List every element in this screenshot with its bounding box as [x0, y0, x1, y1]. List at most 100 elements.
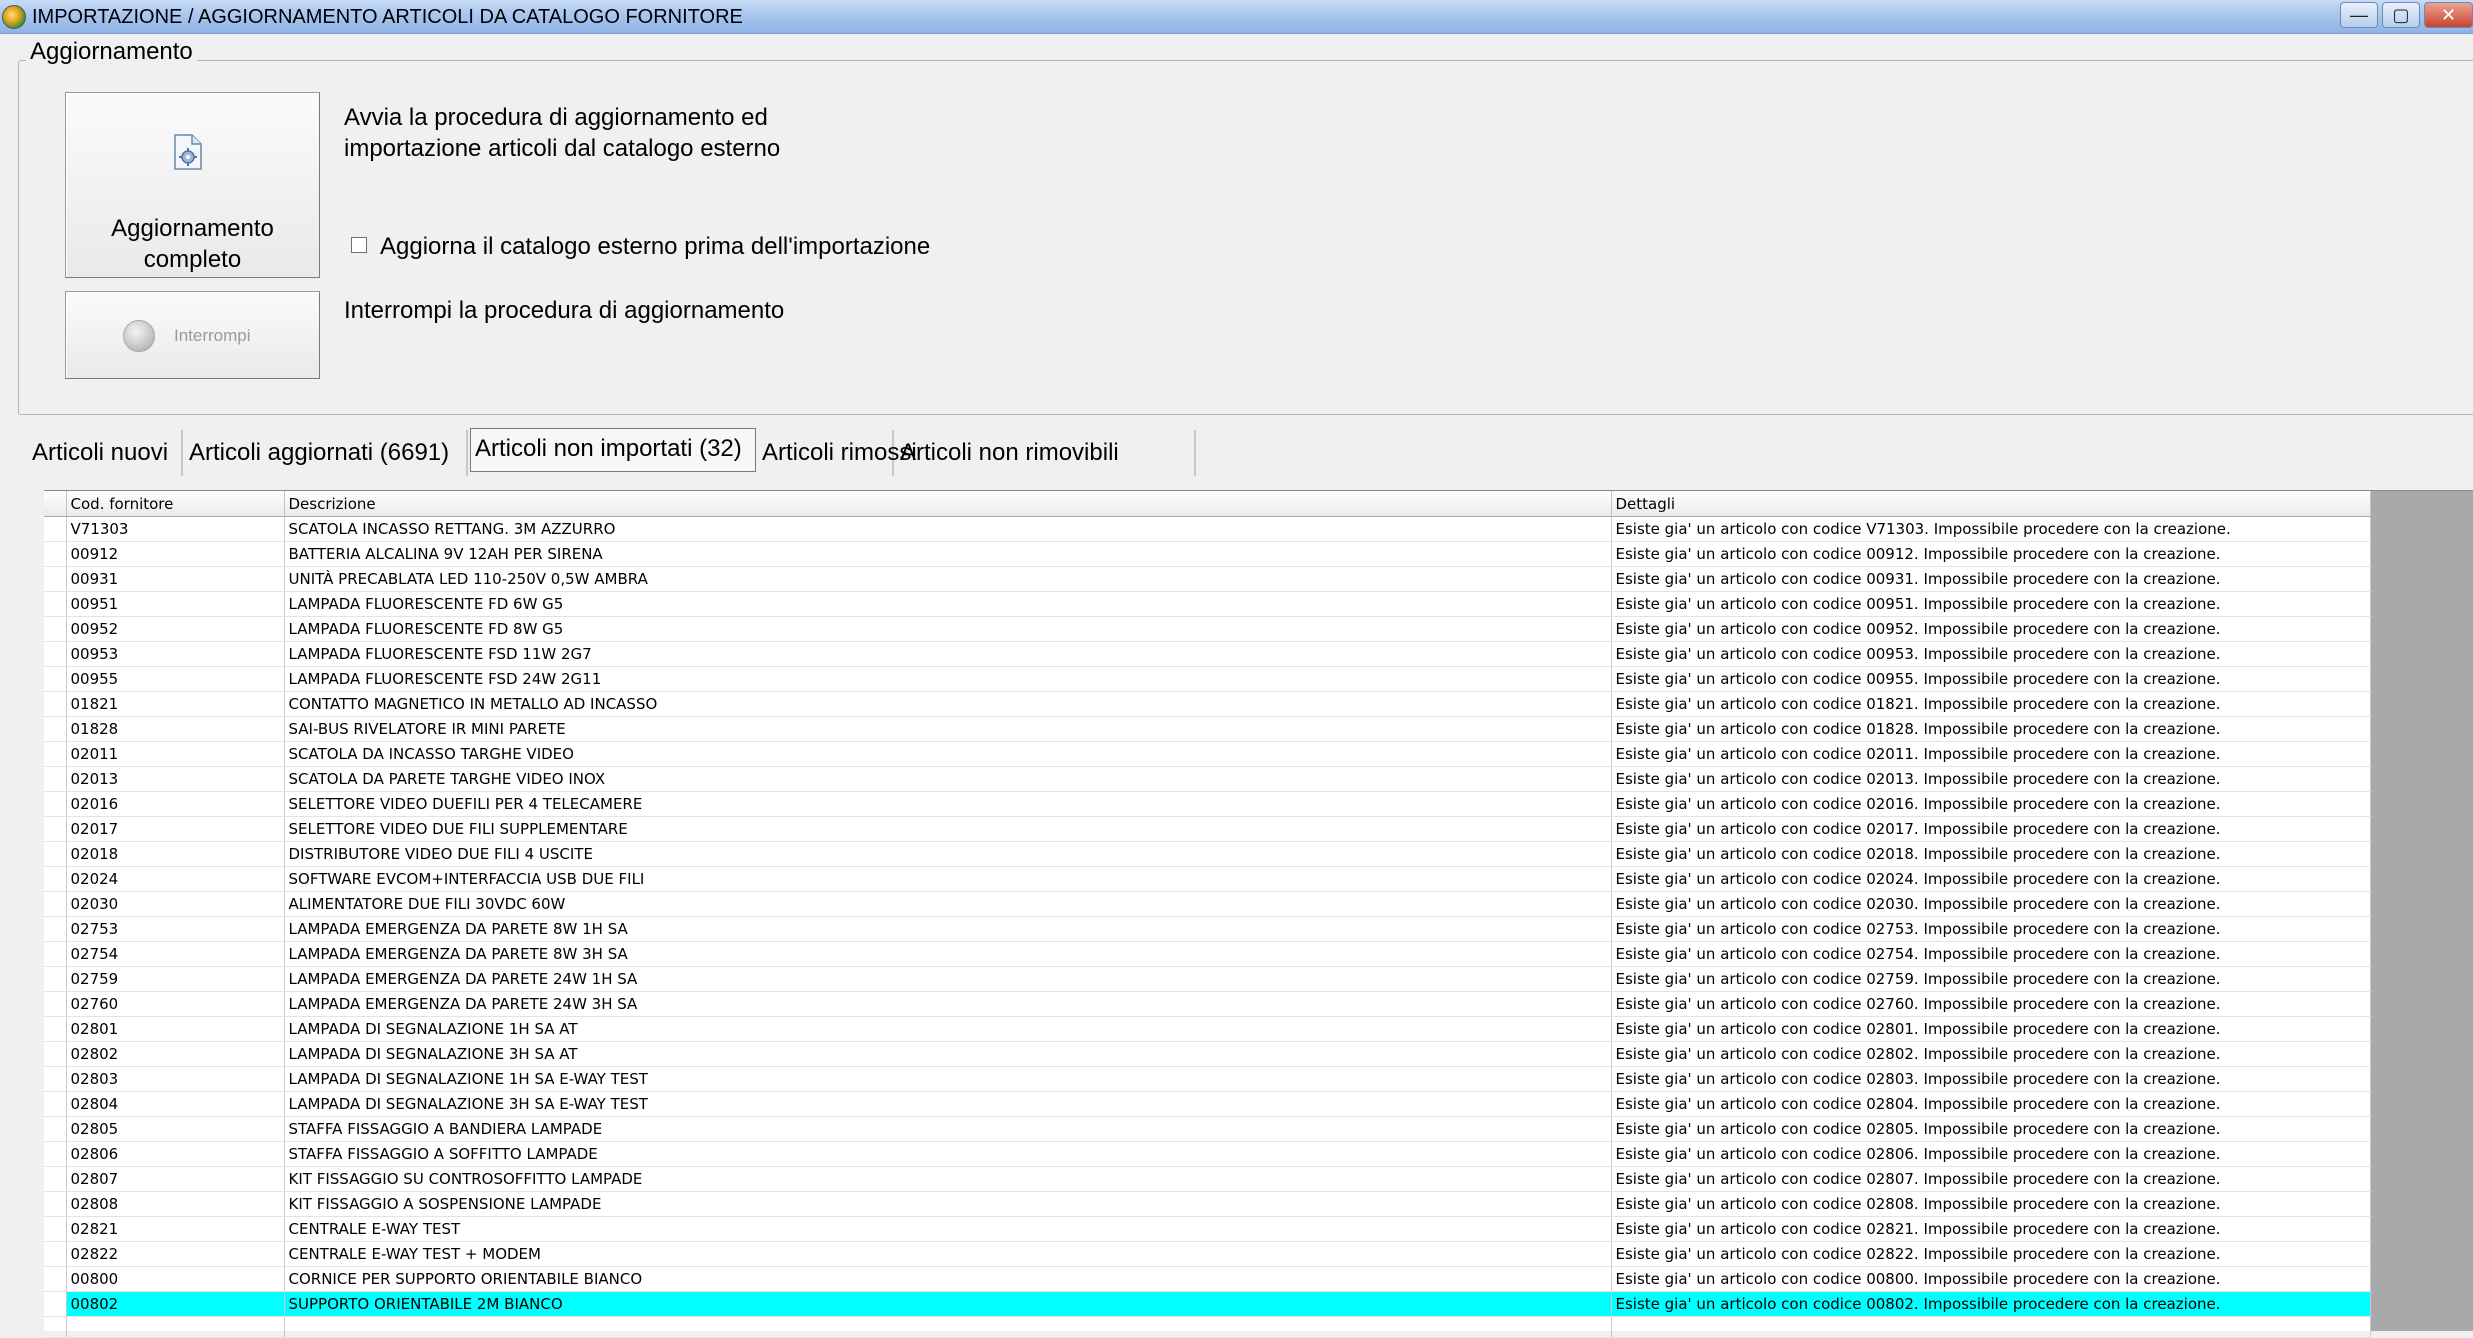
full-update-button[interactable]: Aggiornamento completo	[65, 92, 320, 278]
cell-details: Esiste gia' un articolo con codice 02806…	[1611, 1141, 2371, 1167]
column-header-code[interactable]: Cod. fornitore	[66, 491, 285, 517]
table-row[interactable]: 02016 SELETTORE VIDEO DUEFILI PER 4 TELEC…	[44, 791, 2371, 817]
cell-description: LAMPADA EMERGENZA DA PARETE 24W 1H SA	[284, 966, 1612, 992]
row-selector[interactable]	[44, 516, 67, 542]
table-row[interactable]: 02807 KIT FISSAGGIO SU CONTROSOFFITTO LAM…	[44, 1166, 2371, 1192]
update-catalog-checkbox-label[interactable]: Aggiorna il catalogo esterno prima dell'…	[380, 233, 930, 261]
cell-details: Esiste gia' un articolo con codice 00931…	[1611, 566, 2371, 592]
minimize-button[interactable]: —	[2340, 2, 2378, 28]
tab-1[interactable]: Articoli nuovi	[28, 430, 183, 476]
app-icon[interactable]	[2, 5, 26, 29]
table-row[interactable]: 02821 CENTRALE E-WAY TEST Esiste gia' un a…	[44, 1216, 2371, 1242]
row-selector[interactable]	[44, 916, 67, 942]
cell-details: Esiste gia' un articolo con codice 02024…	[1611, 866, 2371, 892]
table-row[interactable]: 02017 SELETTORE VIDEO DUE FILI SUPPLEMENT…	[44, 816, 2371, 842]
cell-details: Esiste gia' un articolo con codice 02822…	[1611, 1241, 2371, 1267]
table-row[interactable]: 02754 LAMPADA EMERGENZA DA PARETE 8W 3H S…	[44, 941, 2371, 967]
new-row[interactable]	[44, 1316, 2371, 1338]
table-row[interactable]: 01828 SAI-BUS RIVELATORE IR MINI PARETE Es…	[44, 716, 2371, 742]
stop-icon	[123, 320, 155, 352]
row-selector[interactable]	[44, 816, 67, 842]
cell-details: Esiste gia' un articolo con codice 02016…	[1611, 791, 2371, 817]
table-row[interactable]: 00802 SUPPORTO ORIENTABILE 2M BIANCO Esist…	[44, 1291, 2371, 1317]
table-row[interactable]: 02805 STAFFA FISSAGGIO A BANDIERA LAMPADE…	[44, 1116, 2371, 1142]
table-row[interactable]: 02011 SCATOLA DA INCASSO TARGHE VIDEO Esis…	[44, 741, 2371, 767]
row-selector[interactable]	[44, 641, 67, 667]
row-selector[interactable]	[44, 1141, 67, 1167]
cell-code: 00931	[66, 566, 285, 592]
window-title: IMPORTAZIONE / AGGIORNAMENTO ARTICOLI DA…	[32, 6, 743, 28]
row-selector[interactable]	[44, 866, 67, 892]
row-selector[interactable]	[44, 891, 67, 917]
row-selector[interactable]	[44, 1091, 67, 1117]
table-row[interactable]: 01821 CONTATTO MAGNETICO IN METALLO AD IN…	[44, 691, 2371, 717]
row-selector[interactable]	[44, 691, 67, 717]
table-row[interactable]: 00931 UNITÀ PRECABLATA LED 110-250V 0,5W …	[44, 566, 2371, 592]
row-selector[interactable]	[44, 766, 67, 792]
update-catalog-checkbox[interactable]	[351, 237, 367, 253]
row-selector[interactable]	[44, 666, 67, 692]
table-row[interactable]: 02013 SCATOLA DA PARETE TARGHE VIDEO INOX…	[44, 766, 2371, 792]
row-selector[interactable]	[44, 1116, 67, 1142]
table-row[interactable]: 00953 LAMPADA FLUORESCENTE FSD 11W 2G7 Esi…	[44, 641, 2371, 667]
row-selector[interactable]	[44, 1266, 67, 1292]
table-row[interactable]: 02801 LAMPADA DI SEGNALAZIONE 1H SA AT Esi…	[44, 1016, 2371, 1042]
table-row[interactable]: 02806 STAFFA FISSAGGIO A SOFFITTO LAMPADE…	[44, 1141, 2371, 1167]
row-selector[interactable]	[44, 1166, 67, 1192]
row-selector[interactable]	[44, 741, 67, 767]
row-selector[interactable]	[44, 1041, 67, 1067]
cell-code: 00912	[66, 541, 285, 567]
row-selector[interactable]	[44, 716, 67, 742]
table-row[interactable]: 02030 ALIMENTATORE DUE FILI 30VDC 60W Esis…	[44, 891, 2371, 917]
row-selector[interactable]	[44, 1241, 67, 1267]
table-row[interactable]: 02759 LAMPADA EMERGENZA DA PARETE 24W 1H …	[44, 966, 2371, 992]
table-row[interactable]: 00951 LAMPADA FLUORESCENTE FD 6W G5 Esiste…	[44, 591, 2371, 617]
row-selector[interactable]	[44, 616, 67, 642]
row-selector[interactable]	[44, 991, 67, 1017]
table-row[interactable]: 02808 KIT FISSAGGIO A SOSPENSIONE LAMPADE…	[44, 1191, 2371, 1217]
table-row[interactable]: 00800 CORNICE PER SUPPORTO ORIENTABILE BI…	[44, 1266, 2371, 1292]
row-selector[interactable]	[44, 1216, 67, 1242]
table-row[interactable]: 00912 BATTERIA ALCALINA 9V 12AH PER SIREN…	[44, 541, 2371, 567]
row-selector[interactable]	[44, 941, 67, 967]
articles-grid[interactable]: Cod. fornitore Descrizione Dettagli V713…	[44, 490, 2473, 1338]
table-row[interactable]: 00952 LAMPADA FLUORESCENTE FD 8W G5 Esiste…	[44, 616, 2371, 642]
column-header-description[interactable]: Descrizione	[284, 491, 1612, 517]
tab-4[interactable]: Articoli rimossi	[758, 430, 917, 476]
stop-button-label: Interrompi	[174, 326, 251, 345]
row-selector[interactable]	[44, 1016, 67, 1042]
row-selector[interactable]	[44, 791, 67, 817]
cell-details: Esiste gia' un articolo con codice 00953…	[1611, 641, 2371, 667]
table-row[interactable]: 02018 DISTRIBUTORE VIDEO DUE FILI 4 USCIT…	[44, 841, 2371, 867]
cell-description: LAMPADA EMERGENZA DA PARETE 8W 3H SA	[284, 941, 1612, 967]
table-row[interactable]: 02753 LAMPADA EMERGENZA DA PARETE 8W 1H S…	[44, 916, 2371, 942]
table-row[interactable]: 02760 LAMPADA EMERGENZA DA PARETE 24W 3H …	[44, 991, 2371, 1017]
row-selector[interactable]	[44, 841, 67, 867]
cell-details: Esiste gia' un articolo con codice 00955…	[1611, 666, 2371, 692]
table-row[interactable]: 02802 LAMPADA DI SEGNALAZIONE 3H SA AT Esi…	[44, 1041, 2371, 1067]
cell-description: LAMPADA DI SEGNALAZIONE 1H SA AT	[284, 1016, 1612, 1042]
table-row[interactable]: 00955 LAMPADA FLUORESCENTE FSD 24W 2G11 Es…	[44, 666, 2371, 692]
table-row[interactable]: 02822 CENTRALE E-WAY TEST + MODEM Esiste g…	[44, 1241, 2371, 1267]
row-selector[interactable]	[44, 591, 67, 617]
maximize-button[interactable]: ▢	[2382, 2, 2420, 28]
row-selector[interactable]	[44, 541, 67, 567]
row-selector[interactable]	[44, 1066, 67, 1092]
row-selector[interactable]	[44, 566, 67, 592]
table-row[interactable]: 02024 SOFTWARE EVCOM+INTERFACCIA USB DUE …	[44, 866, 2371, 892]
cell-details: Esiste gia' un articolo con codice 02030…	[1611, 891, 2371, 917]
row-selector[interactable]	[44, 1191, 67, 1217]
tab-2[interactable]: Articoli aggiornati (6691)	[185, 430, 468, 476]
tab-5[interactable]: Articoli non rimovibili	[896, 430, 1196, 476]
close-button[interactable]: ✕	[2424, 2, 2473, 28]
cell-description: UNITÀ PRECABLATA LED 110-250V 0,5W AMBRA	[284, 566, 1612, 592]
row-selector[interactable]	[44, 1291, 67, 1317]
stop-button[interactable]: Interrompi	[65, 291, 320, 379]
cell-code: 00951	[66, 591, 285, 617]
column-header-details[interactable]: Dettagli	[1611, 491, 2371, 517]
table-row[interactable]: V71303 SCATOLA INCASSO RETTANG. 3M AZZURR…	[44, 516, 2371, 542]
row-selector[interactable]	[44, 966, 67, 992]
table-row[interactable]: 02804 LAMPADA DI SEGNALAZIONE 3H SA E-WAY…	[44, 1091, 2371, 1117]
table-row[interactable]: 02803 LAMPADA DI SEGNALAZIONE 1H SA E-WAY…	[44, 1066, 2371, 1092]
tab-3[interactable]: Articoli non importati (32)	[470, 428, 756, 472]
